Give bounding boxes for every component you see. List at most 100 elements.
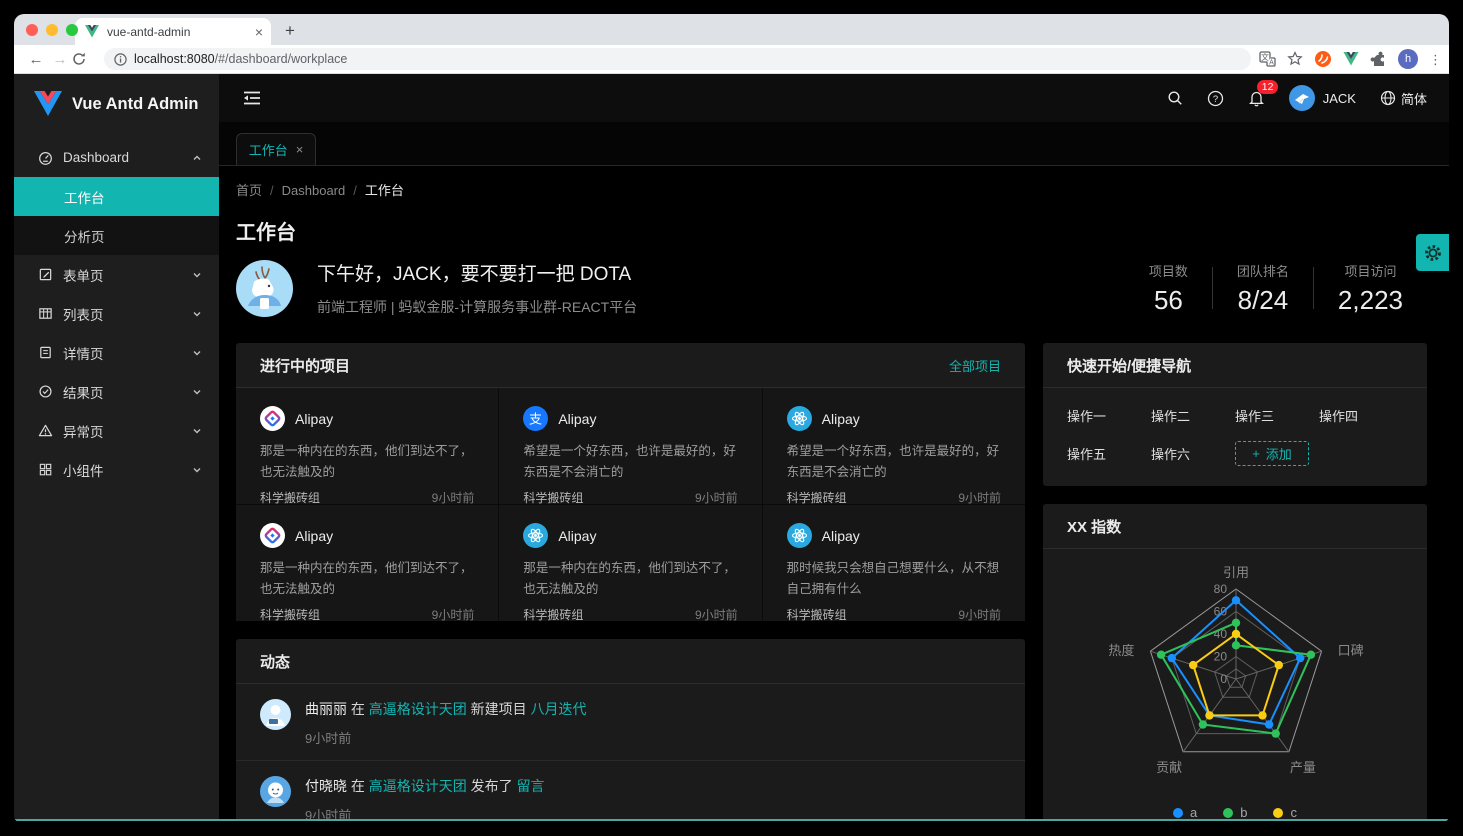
browser-tab[interactable]: vue-antd-admin ×	[75, 18, 271, 45]
back-icon[interactable]: ←	[24, 51, 48, 68]
legend-item-c[interactable]: c	[1273, 805, 1297, 819]
legend-item-b[interactable]: b	[1223, 805, 1247, 819]
activity-group-link[interactable]: 高逼格设计天团	[369, 778, 467, 794]
url-path: /#/dashboard/workplace	[215, 52, 348, 66]
project-group-link[interactable]: 科学搬砖组	[523, 606, 583, 623]
svg-text:?: ?	[1213, 94, 1218, 105]
form-icon	[38, 267, 53, 282]
project-group-link[interactable]: 科学搬砖组	[787, 606, 847, 623]
sidebar-item-lists[interactable]: 列表页	[14, 294, 219, 333]
app-header: ? 12 JACK	[219, 74, 1449, 122]
quick-link-3[interactable]: 操作三	[1235, 406, 1319, 425]
sidebar-item-results[interactable]: 结果页	[14, 372, 219, 411]
site-info-icon[interactable]	[114, 53, 127, 66]
forward-icon: →	[48, 51, 72, 68]
profile-icon	[38, 345, 53, 360]
svg-text:热度: 热度	[1108, 643, 1134, 658]
language-switch[interactable]: 简体	[1380, 89, 1427, 108]
tab-close-icon[interactable]: ×	[296, 142, 304, 157]
breadcrumb-dashboard[interactable]: Dashboard	[282, 183, 346, 198]
menu-fold-icon[interactable]	[243, 90, 261, 106]
sidebar-item-label: 异常页	[63, 421, 191, 441]
sidebar-item-forms[interactable]: 表单页	[14, 255, 219, 294]
close-window-button[interactable]	[26, 24, 38, 36]
project-group-link[interactable]: 科学搬砖组	[260, 606, 320, 623]
breadcrumb-home[interactable]: 首页	[236, 183, 262, 198]
app-logo[interactable]: Vue Antd Admin	[14, 74, 219, 134]
search-icon[interactable]	[1167, 90, 1183, 106]
user-name: JACK	[1323, 91, 1356, 106]
tab-close-icon[interactable]: ×	[255, 25, 263, 39]
user-menu[interactable]: JACK	[1289, 85, 1356, 111]
quick-link-5[interactable]: 操作五	[1067, 444, 1151, 463]
sidebar-item-exceptions[interactable]: 异常页	[14, 411, 219, 450]
user-role: 前端工程师 | 蚂蚁金服-计算服务事业群-REACT平台	[317, 297, 637, 317]
activity-card-title: 动态	[260, 651, 290, 672]
legend-item-a[interactable]: a	[1173, 805, 1197, 819]
notification-bell-icon[interactable]: 12	[1248, 89, 1265, 107]
vue-extension-icon[interactable]	[1343, 52, 1359, 66]
page-title: 工作台	[236, 216, 1427, 245]
sidebar-item-label: 列表页	[63, 304, 191, 324]
url-bar[interactable]: localhost:8080/#/dashboard/workplace	[104, 48, 1251, 70]
project-group-link[interactable]: 科学搬砖组	[260, 489, 320, 506]
window-controls	[26, 24, 78, 36]
project-group-link[interactable]: 科学搬砖组	[523, 489, 583, 506]
sidebar-item-widgets[interactable]: 小组件	[14, 450, 219, 489]
bookmark-star-icon[interactable]	[1287, 51, 1303, 67]
svg-text:0: 0	[1220, 672, 1227, 686]
minimize-window-button[interactable]	[46, 24, 58, 36]
project-card[interactable]: Alipay 希望是一个好东西，也许是最好的，好东西是不会消亡的 科学搬砖组9小…	[763, 388, 1025, 504]
reload-icon[interactable]	[72, 52, 96, 66]
project-group-link[interactable]: 科学搬砖组	[787, 489, 847, 506]
chevron-down-icon	[191, 347, 203, 359]
extensions-puzzle-icon[interactable]	[1370, 51, 1387, 68]
all-projects-link[interactable]: 全部项目	[949, 356, 1001, 375]
quick-nav-title: 快速开始/便捷导航	[1067, 355, 1191, 376]
theme-settings-button[interactable]	[1416, 234, 1449, 271]
sidebar-item-dashboard[interactable]: Dashboard	[14, 138, 219, 177]
gear-icon	[1423, 243, 1443, 263]
browser-profile-avatar[interactable]: h	[1398, 49, 1418, 69]
sidebar-item-label: 结果页	[63, 382, 191, 402]
sidebar-item-workplace[interactable]: 工作台	[14, 177, 219, 216]
project-card[interactable]: Alipay 那时候我只会想自己想要什么，从不想自己拥有什么 科学搬砖组9小时前	[763, 505, 1025, 621]
svg-text:支: 支	[529, 412, 542, 427]
svg-text:贡献: 贡献	[1156, 760, 1182, 775]
alipay-logo-icon: 支	[523, 406, 548, 431]
breadcrumb: 首页/Dashboard/工作台	[236, 180, 1427, 199]
activity-group-link[interactable]: 高逼格设计天团	[369, 701, 467, 717]
translate-icon[interactable]: 文A	[1259, 51, 1276, 68]
extension-orange-icon[interactable]	[1314, 50, 1332, 68]
project-card[interactable]: Alipay 那是一种内在的东西，他们到达不了，也无法触及的 科学搬砖组9小时前	[499, 505, 761, 621]
activity-user[interactable]: 曲丽丽	[305, 701, 347, 717]
project-card[interactable]: Alipay 那是一种内在的东西，他们到达不了，也无法触及的 科学搬砖组9小时前	[236, 388, 498, 504]
new-tab-button[interactable]: +	[285, 21, 295, 41]
browser-tab-title: vue-antd-admin	[107, 25, 255, 39]
sidebar-item-label: 小组件	[63, 460, 191, 480]
react-logo-icon	[523, 523, 548, 548]
add-button[interactable]: +添加	[1235, 441, 1309, 466]
svg-text:产量: 产量	[1290, 760, 1316, 775]
quick-link-6[interactable]: 操作六	[1151, 444, 1235, 463]
sidebar-item-details[interactable]: 详情页	[14, 333, 219, 372]
sidebar: Vue Antd Admin Dashboard 工作台 分析页	[14, 74, 219, 819]
tab-workplace[interactable]: 工作台 ×	[236, 133, 316, 165]
dashboard-icon	[38, 150, 53, 165]
activity-target-link[interactable]: 八月迭代	[531, 701, 587, 717]
sidebar-item-analysis[interactable]: 分析页	[14, 216, 219, 255]
quick-link-4[interactable]: 操作四	[1319, 406, 1403, 425]
zoom-window-button[interactable]	[66, 24, 78, 36]
browser-menu-icon[interactable]: ⋮	[1429, 57, 1439, 62]
dashboard-submenu: 工作台 分析页	[14, 177, 219, 255]
vue-favicon-icon	[85, 25, 99, 38]
project-card[interactable]: 支 Alipay 希望是一个好东西，也许是最好的，好东西是不会消亡的 科学搬砖组…	[499, 388, 761, 504]
help-icon[interactable]: ?	[1207, 90, 1224, 107]
page-content: 首页/Dashboard/工作台 工作台 下午好，JACK，要不要打一把 DOT…	[219, 166, 1449, 819]
quick-link-2[interactable]: 操作二	[1151, 406, 1235, 425]
chevron-down-icon	[191, 425, 203, 437]
project-card[interactable]: Alipay 那是一种内在的东西，他们到达不了，也无法触及的 科学搬砖组9小时前	[236, 505, 498, 621]
activity-target-link[interactable]: 留言	[517, 778, 545, 794]
quick-link-1[interactable]: 操作一	[1067, 406, 1151, 425]
activity-user[interactable]: 付晓晓	[305, 778, 347, 794]
